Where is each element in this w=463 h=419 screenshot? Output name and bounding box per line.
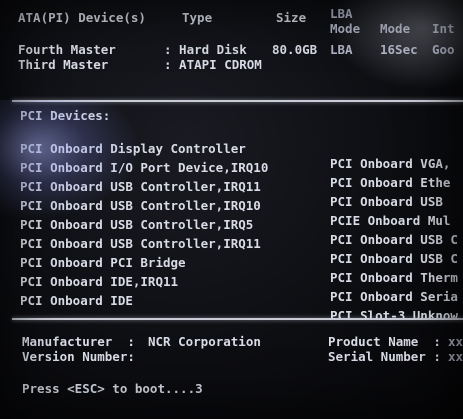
pci-device-list: PCI Onboard Display Controller PCI Onboa… [20, 126, 463, 323]
serial-value: xx [448, 349, 463, 364]
device-type: : Hard Disk [164, 42, 247, 57]
list-item: PCI Onboard IDE,IRQ11 PCI Onboard Seria [20, 259, 463, 304]
serial-label: Serial Number : [328, 349, 441, 364]
list-item: PCI Onboard USB Controller,IRQ10 PCIE On… [20, 183, 463, 228]
col-mode-header: Mode [380, 21, 411, 36]
system-info: Manufacturer : NCR Corporation Version N… [22, 334, 463, 374]
col-device-header: ATA(PI) Device(s) [18, 10, 146, 25]
boot-prompt: Press <ESC> to boot....3 [22, 381, 203, 396]
col-lba-mode-header: Mode [330, 21, 361, 36]
ata-device-table: ATA(PI) Device(s) Type Size LBA Mode Mod… [18, 6, 458, 72]
pci-devices-title: PCI Devices: [20, 108, 111, 123]
list-item: PCI Onboard I/O Port Device,IRQ10 PCI On… [20, 145, 463, 190]
list-item: PCI Onboard USB Controller,IRQ11 PCI Onb… [20, 164, 463, 209]
divider-line [12, 318, 463, 320]
bios-screen: ATA(PI) Device(s) Type Size LBA Mode Mod… [0, 0, 463, 419]
col-size-header: Size [276, 10, 307, 25]
device-name: Fourth Master [18, 42, 116, 57]
col-int-header: Int [432, 21, 455, 36]
col-lba-header: LBA [330, 6, 353, 21]
list-item: PCI Onboard PCI Bridge PCI Onboard Therm [20, 240, 463, 285]
device-mode: 16Sec [380, 42, 418, 57]
manufacturer-value: NCR Corporation [148, 334, 261, 349]
device-size: 80.0GB [272, 42, 318, 57]
list-item: PCI Onboard Display Controller PCI Onboa… [20, 126, 463, 171]
list-item: PCI Onboard IDE PCI Slot-3 Unknow [20, 278, 463, 323]
product-label: Product Name : [328, 334, 441, 349]
device-type: : ATAPI CDROM [164, 57, 262, 72]
manufacturer-label: Manufacturer : [22, 334, 135, 349]
pci-device-left: PCI Onboard IDE [20, 293, 133, 308]
device-lba: LBA [330, 42, 353, 57]
divider-line [12, 100, 463, 102]
list-item: PCI Onboard USB Controller,IRQ11 PCI Onb… [20, 221, 463, 266]
product-value: xx [448, 334, 463, 349]
device-name: Third Master [18, 57, 109, 72]
list-item: PCI Onboard USB Controller,IRQ5 PCI Onbo… [20, 202, 463, 247]
device-int: Goo [432, 42, 455, 57]
version-label: Version Number: [22, 349, 135, 364]
col-type-header: Type [182, 10, 213, 25]
pci-device-right: PCI Slot-3 Unknow [330, 308, 458, 323]
